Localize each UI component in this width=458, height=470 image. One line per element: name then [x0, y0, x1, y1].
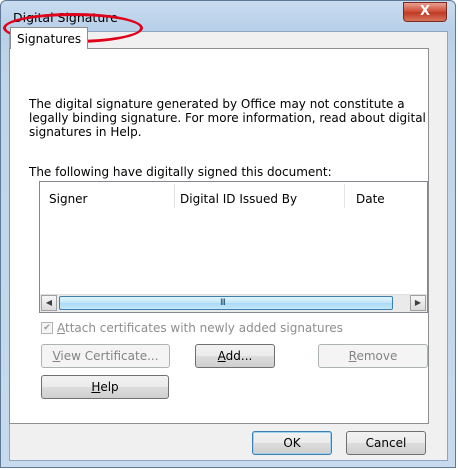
cancel-button[interactable]: Cancel [346, 431, 426, 455]
horizontal-scrollbar[interactable]: ◀ III ▶ [40, 294, 427, 312]
attach-certificates-label: Attach certificates with newly added sig… [57, 321, 343, 335]
window-title: Digital Signature [13, 10, 118, 25]
tab-signatures[interactable]: Signatures [10, 27, 88, 49]
signers-caption: The following have digitally signed this… [29, 165, 332, 179]
help-button[interactable]: Help [41, 375, 169, 399]
arrow-left-icon: ◀ [45, 298, 53, 307]
arrow-right-icon: ▶ [414, 298, 422, 307]
column-header-issued-by[interactable]: Digital ID Issued By [180, 192, 297, 206]
column-divider[interactable] [174, 184, 175, 208]
grip-icon: III [220, 298, 226, 308]
column-divider[interactable] [344, 184, 345, 208]
checkmark-icon: ✔ [43, 323, 51, 333]
close-button[interactable]: X [403, 2, 447, 22]
tab-signatures-label: Signatures [17, 32, 82, 46]
column-header-signer[interactable]: Signer [49, 192, 88, 206]
view-certificate-button[interactable]: View Certificate... [41, 344, 170, 368]
ok-button[interactable]: OK [252, 431, 332, 455]
scroll-thumb[interactable]: III [59, 296, 393, 310]
signers-list[interactable]: Signer Digital ID Issued By Date ◀ III ▶ [39, 181, 428, 313]
attach-certificates-checkbox[interactable]: ✔ [41, 322, 53, 334]
column-header-date[interactable]: Date [356, 192, 385, 206]
close-icon: X [419, 4, 431, 19]
add-button[interactable]: Add... [195, 344, 275, 368]
dialog-window: Digital Signature X Signatures The digit… [0, 0, 456, 468]
signers-list-header: Signer Digital ID Issued By Date [40, 182, 427, 210]
remove-button[interactable]: Remove [318, 344, 428, 368]
scroll-right-button[interactable]: ▶ [410, 295, 426, 311]
description-text: The digital signature generated by Offic… [29, 97, 426, 139]
scroll-left-button[interactable]: ◀ [41, 295, 57, 311]
